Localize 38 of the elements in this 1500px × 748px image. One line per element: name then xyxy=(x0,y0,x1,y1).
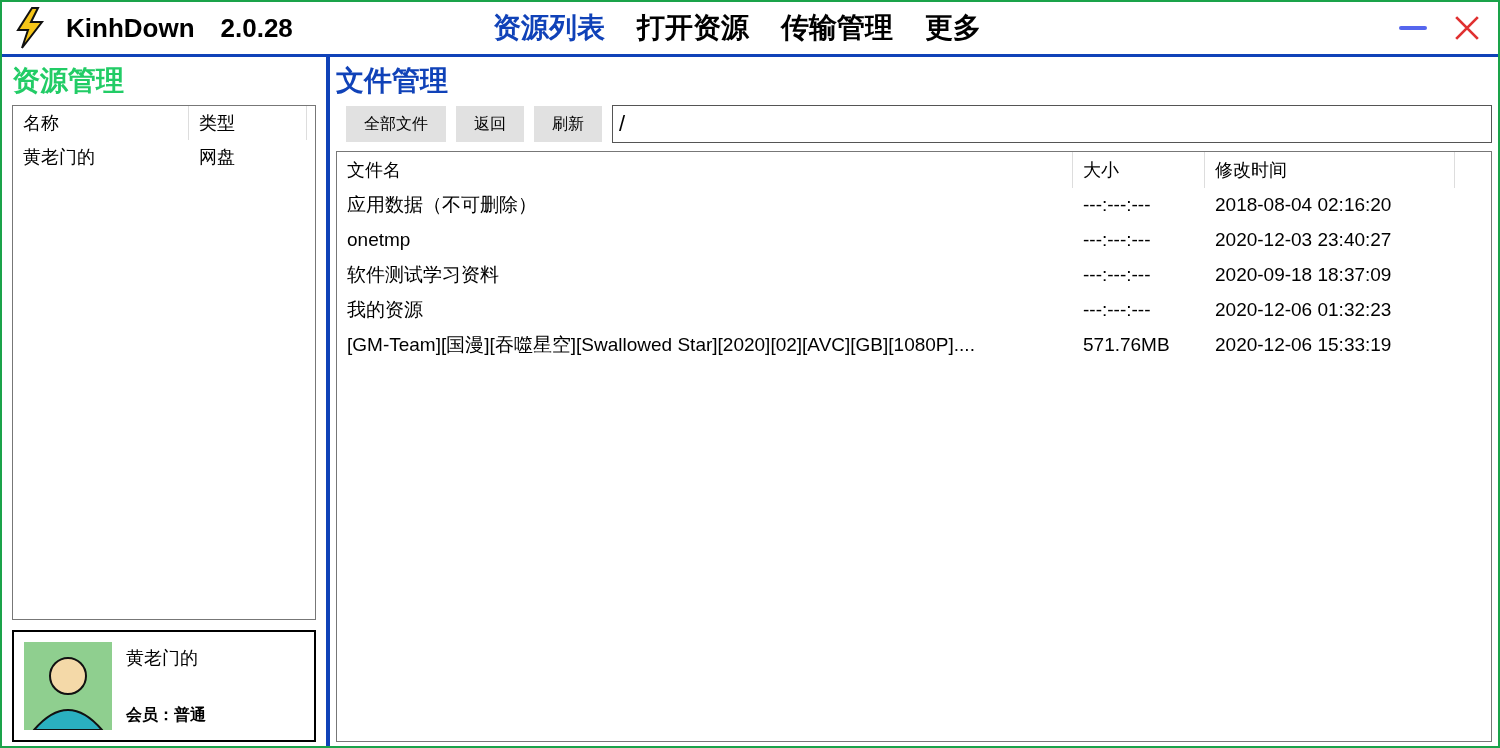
toolbar-button[interactable]: 全部文件 xyxy=(346,106,446,142)
app-name: KinhDown xyxy=(66,11,195,45)
nav-tab[interactable]: 打开资源 xyxy=(636,7,749,49)
membership-label: 会员：普通 xyxy=(126,705,206,725)
column-header[interactable]: 名称 xyxy=(13,106,189,140)
nav-tab[interactable]: 传输管理 xyxy=(780,7,893,49)
nav-tab[interactable]: 更多 xyxy=(924,7,981,49)
table-cell-text: onetmp xyxy=(346,228,412,253)
panel-title: 文件管理 xyxy=(336,64,449,98)
column-header[interactable]: 类型 xyxy=(189,106,307,140)
toolbar-button[interactable]: 刷新 xyxy=(534,106,602,142)
table-cell-text: 应用数据（不可删除） xyxy=(346,193,538,218)
table-cell-text: ---:---:--- xyxy=(1082,228,1152,253)
table-cell-text: 2018-08-04 02:16:20 xyxy=(1214,193,1392,218)
user-name: 黄老门的 xyxy=(126,647,199,670)
column-header[interactable]: 修改时间 xyxy=(1205,152,1455,188)
column-header[interactable]: 大小 xyxy=(1073,152,1205,188)
table-cell-text: ---:---:--- xyxy=(1082,263,1152,288)
panel-title: 资源管理 xyxy=(12,64,125,98)
table-cell-text: 571.76MB xyxy=(1082,333,1171,358)
nav-tab[interactable]: 资源列表 xyxy=(492,7,605,49)
table-cell-text: 我的资源 xyxy=(346,298,424,323)
toolbar-button[interactable]: 返回 xyxy=(456,106,524,142)
resource-row[interactable]: 黄老门的 网盘 xyxy=(13,140,315,174)
avatar-icon xyxy=(24,642,112,730)
table-cell-text: ---:---:--- xyxy=(1082,193,1152,218)
table-cell-text: 2020-12-06 01:32:23 xyxy=(1214,298,1392,323)
table-cell-text: 2020-09-18 18:37:09 xyxy=(1214,263,1392,288)
table-cell-text: 2020-12-03 23:40:27 xyxy=(1214,228,1392,253)
column-header[interactable]: 文件名 xyxy=(337,152,1073,188)
table-cell-text: [GM-Team][国漫][吞噬星空][Swallowed Star][2020][02][AVC][GB][1080P].... xyxy=(346,333,976,358)
table-cell-text: 网盘 xyxy=(198,145,235,169)
table-cell-text: 黄老门的 xyxy=(22,145,96,169)
table-cell-text: 2020-12-06 15:33:19 xyxy=(1214,333,1392,358)
table-cell-text: 软件测试学习资料 xyxy=(346,263,500,288)
path-field[interactable]: / xyxy=(612,105,1492,143)
table-cell-text: ---:---:--- xyxy=(1082,298,1152,323)
app-version: 2.0.28 xyxy=(220,11,293,45)
